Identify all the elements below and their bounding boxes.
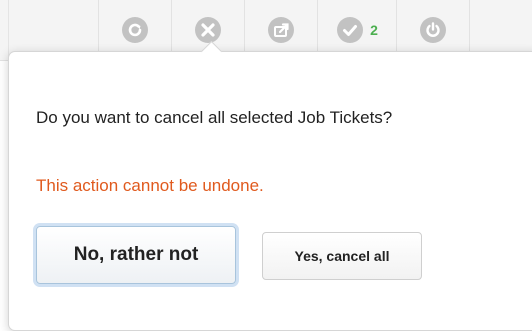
check-icon [336,16,364,44]
refresh-icon [121,16,149,44]
confirm-message: Do you want to cancel all selected Job T… [36,108,393,127]
export-icon [267,16,295,44]
no-rather-not-button[interactable]: No, rather not [36,226,236,284]
cancel-icon [194,16,222,44]
power-icon [419,16,447,44]
warning-message: This action cannot be undone. [36,176,264,195]
toolbar-divider [8,0,9,60]
selected-count-badge: 2 [370,22,378,38]
yes-cancel-all-button[interactable]: Yes, cancel all [262,232,422,280]
